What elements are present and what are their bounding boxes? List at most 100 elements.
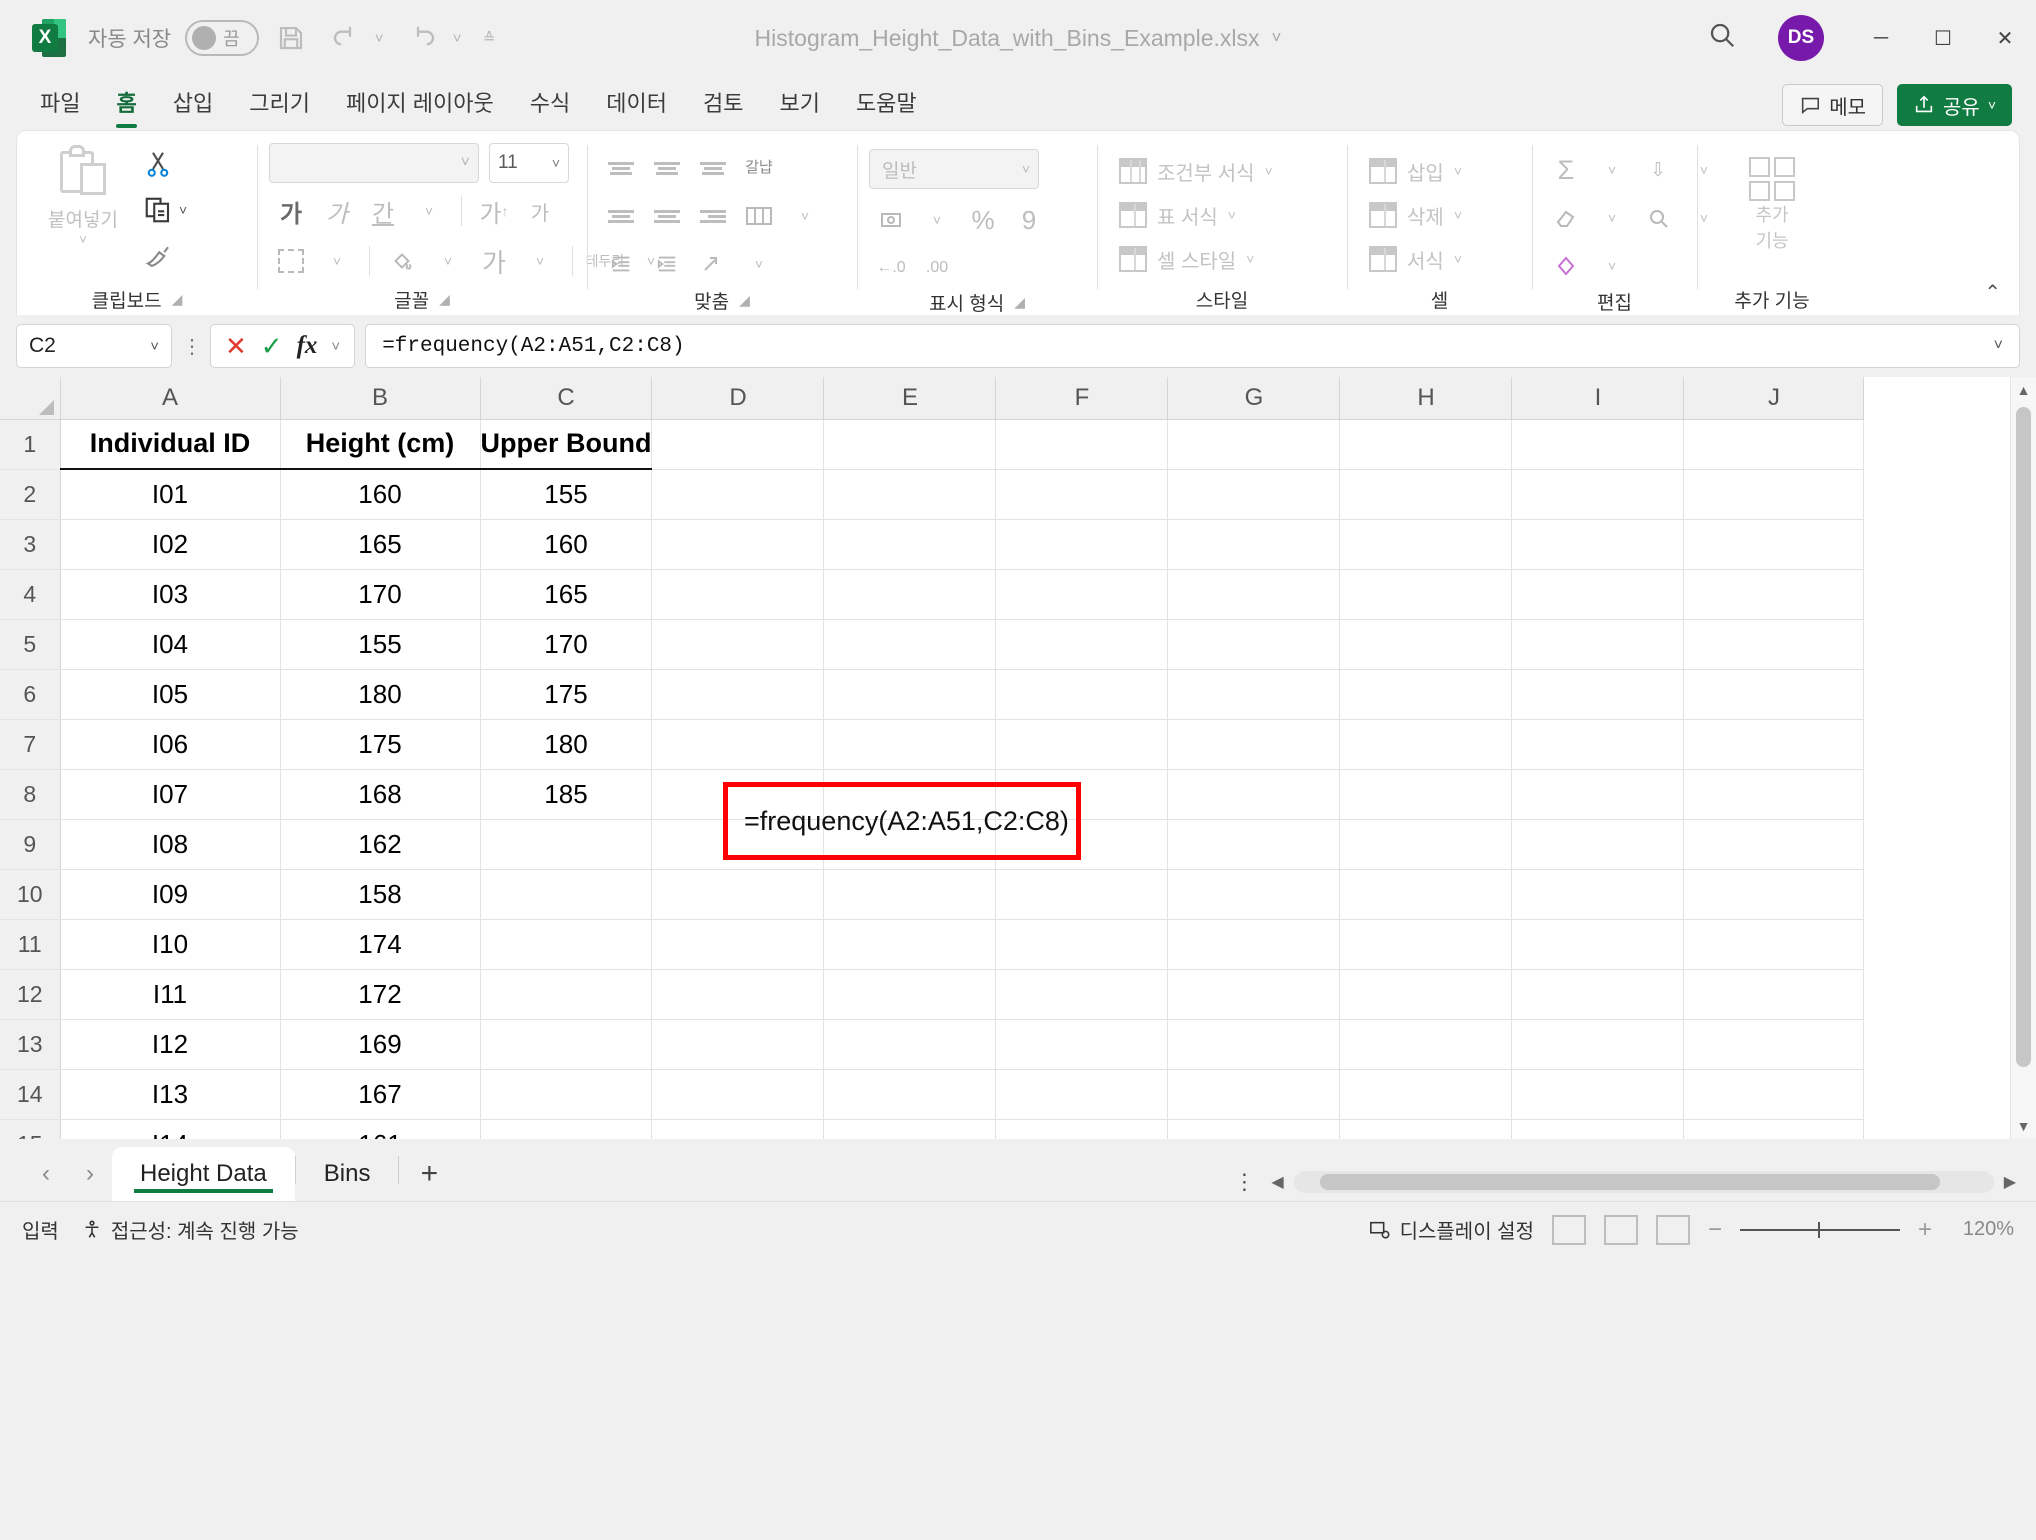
orientation-dropdown-icon[interactable]: ˅	[737, 243, 781, 285]
cell-c10[interactable]	[480, 869, 653, 920]
cell-d3[interactable]	[651, 519, 825, 570]
cell-i7[interactable]	[1511, 719, 1685, 770]
increase-font-size-button[interactable]: 가 ↑	[472, 189, 516, 233]
cell-h3[interactable]	[1339, 519, 1513, 570]
cell-a5[interactable]: I04	[60, 619, 281, 670]
cell-f6[interactable]	[995, 669, 1169, 720]
number-format-select[interactable]: 일반 ˅	[869, 149, 1039, 189]
cell-a6[interactable]: I05	[60, 669, 281, 720]
cell-g12[interactable]	[1167, 969, 1341, 1020]
horizontal-scroll-thumb[interactable]	[1319, 1174, 1940, 1190]
cell-e10[interactable]	[823, 869, 997, 920]
undo-dropdown-icon[interactable]: ˅	[367, 30, 391, 47]
column-header-d[interactable]: D	[651, 377, 825, 420]
cell-g10[interactable]	[1167, 869, 1341, 920]
currency-dropdown-icon[interactable]: ˅	[915, 199, 959, 241]
filename-dropdown-icon[interactable]: ˅	[1272, 28, 1282, 48]
tab-help[interactable]: 도움말	[838, 84, 935, 130]
copy-button[interactable]: ˅	[137, 189, 193, 231]
cell-d7[interactable]	[651, 719, 825, 770]
cell-i9[interactable]	[1511, 819, 1685, 870]
increase-decimal-button[interactable]: ←.0	[869, 247, 913, 289]
font-color-dropdown-icon[interactable]: ˅	[518, 239, 562, 283]
row-header-15[interactable]: 15	[0, 1119, 61, 1139]
cell-b2[interactable]: 160	[280, 469, 481, 520]
cell-b3[interactable]: 165	[280, 519, 481, 570]
cell-h9[interactable]	[1339, 819, 1513, 870]
align-middle-button[interactable]	[645, 147, 689, 189]
cell-a15[interactable]: I14	[60, 1119, 281, 1139]
name-box-dropdown-icon[interactable]: ˅	[150, 338, 159, 355]
cell-g3[interactable]	[1167, 519, 1341, 570]
cell-j11[interactable]	[1683, 919, 1865, 970]
underline-button[interactable]: 간	[361, 189, 405, 233]
row-header-6[interactable]: 6	[0, 669, 61, 720]
cell-c1[interactable]: Upper Bound	[480, 419, 653, 470]
cell-a11[interactable]: I10	[60, 919, 281, 970]
clear-button[interactable]	[1544, 197, 1588, 239]
cell-f13[interactable]	[995, 1019, 1169, 1070]
zoom-slider[interactable]	[1739, 1221, 1900, 1238]
cell-f15[interactable]	[995, 1119, 1169, 1139]
paste-button[interactable]: 붙여넣기 ˅	[29, 139, 137, 247]
redo-icon[interactable]	[401, 16, 445, 60]
insert-function-icon[interactable]: fx	[297, 332, 318, 360]
cell-i1[interactable]	[1511, 419, 1685, 470]
row-header-14[interactable]: 14	[0, 1069, 61, 1120]
cell-f3[interactable]	[995, 519, 1169, 570]
cell-styles-button[interactable]: 셀 스타일 ˅	[1109, 237, 1264, 281]
next-sheet-icon[interactable]: ›	[68, 1147, 112, 1201]
cell-b9[interactable]: 162	[280, 819, 481, 870]
sheet-tab-bins[interactable]: Bins	[296, 1147, 399, 1201]
scroll-up-icon[interactable]: ▲	[2011, 377, 2036, 403]
cell-i5[interactable]	[1511, 619, 1685, 670]
cell-a14[interactable]: I13	[60, 1069, 281, 1120]
cell-c11[interactable]	[480, 919, 653, 970]
normal-view-icon[interactable]	[1551, 1214, 1586, 1245]
column-header-a[interactable]: A	[60, 377, 281, 420]
cell-f7[interactable]	[995, 719, 1169, 770]
wrap-text-button[interactable]: 갈냡	[737, 147, 781, 189]
row-header-11[interactable]: 11	[0, 919, 61, 970]
horizontal-scrollbar[interactable]	[1293, 1171, 1994, 1193]
cell-g15[interactable]	[1167, 1119, 1341, 1139]
cell-i11[interactable]	[1511, 919, 1685, 970]
cell-d6[interactable]	[651, 669, 825, 720]
redo-dropdown-icon[interactable]: ˅	[445, 30, 469, 47]
tab-formulas[interactable]: 수식	[512, 84, 588, 130]
clear-dropdown-icon[interactable]: ˅	[1590, 197, 1634, 239]
autosave-toggle[interactable]: 끔	[185, 20, 260, 56]
cell-a1[interactable]: Individual ID	[60, 419, 281, 470]
cell-f10[interactable]	[995, 869, 1169, 920]
cell-b11[interactable]: 174	[280, 919, 481, 970]
cell-d14[interactable]	[651, 1069, 825, 1120]
cell-e12[interactable]	[823, 969, 997, 1020]
page-break-view-icon[interactable]	[1655, 1214, 1690, 1245]
cell-e4[interactable]	[823, 569, 997, 620]
cell-h2[interactable]	[1339, 469, 1513, 520]
cell-d1[interactable]	[651, 419, 825, 470]
clipboard-dialog-launcher-icon[interactable]: ◢	[172, 291, 183, 308]
cell-g7[interactable]	[1167, 719, 1341, 770]
cell-j15[interactable]	[1683, 1119, 1865, 1139]
decrease-decimal-button[interactable]: .00	[915, 247, 959, 289]
format-cells-dropdown-icon[interactable]: ˅	[1454, 251, 1462, 267]
format-as-table-button[interactable]: 표 서식 ˅	[1109, 193, 1246, 237]
cell-i4[interactable]	[1511, 569, 1685, 620]
decrease-font-size-button[interactable]: 가	[518, 189, 562, 233]
cell-g5[interactable]	[1167, 619, 1341, 670]
cell-c6[interactable]: 175	[480, 669, 653, 720]
cell-a9[interactable]: I08	[60, 819, 281, 870]
tab-data[interactable]: 데이터	[588, 84, 685, 130]
search-icon[interactable]	[1692, 20, 1752, 57]
cell-h1[interactable]	[1339, 419, 1513, 470]
insert-cells-dropdown-icon[interactable]: ˅	[1454, 163, 1462, 179]
row-header-5[interactable]: 5	[0, 619, 61, 670]
page-layout-view-icon[interactable]	[1603, 1214, 1638, 1245]
cancel-icon[interactable]: ✕	[225, 331, 247, 362]
cell-i10[interactable]	[1511, 869, 1685, 920]
cell-b6[interactable]: 180	[280, 669, 481, 720]
cell-h14[interactable]	[1339, 1069, 1513, 1120]
tab-file[interactable]: 파일	[22, 84, 98, 130]
cut-button[interactable]	[137, 143, 193, 185]
